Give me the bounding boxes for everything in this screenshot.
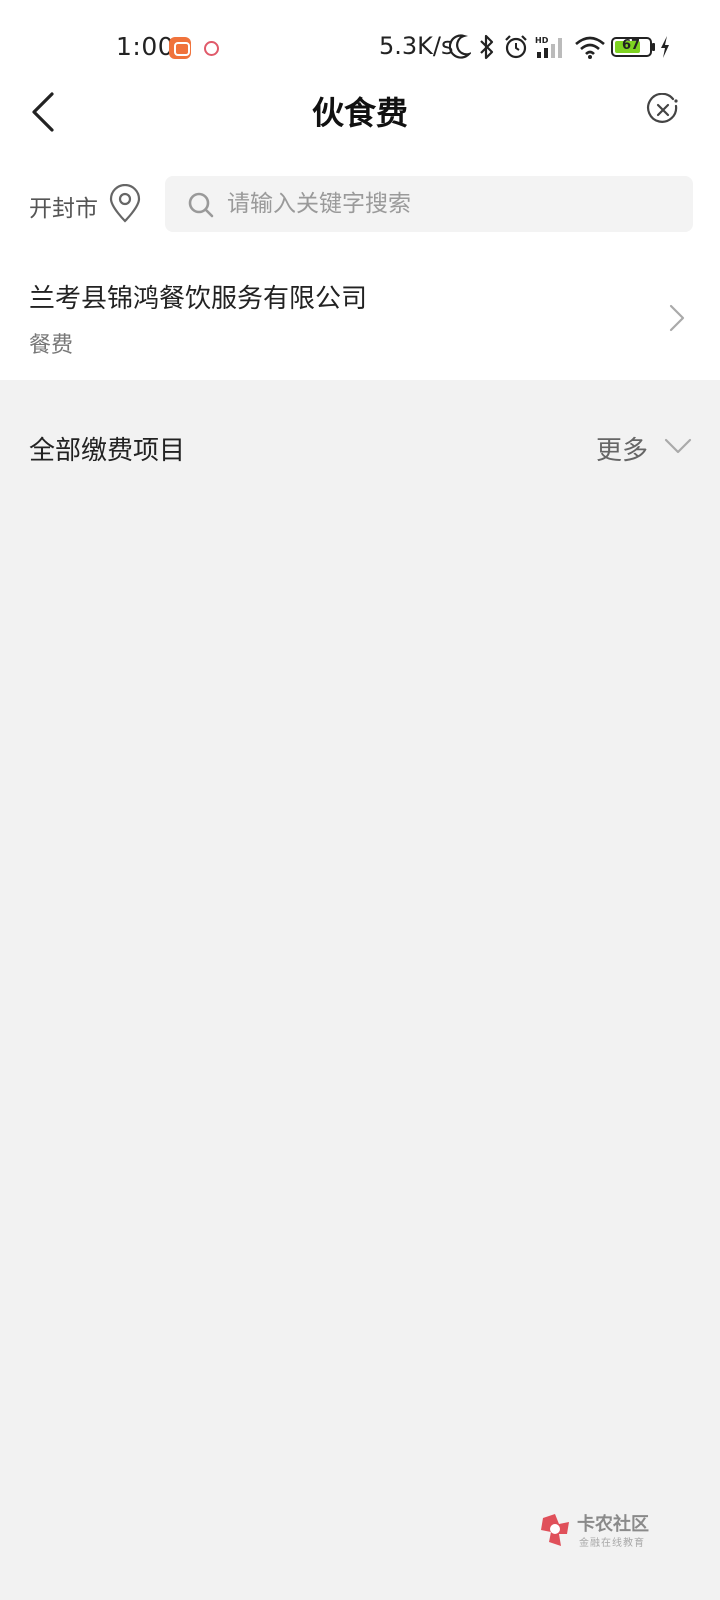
more-button[interactable]: 更多 (590, 428, 710, 468)
location-pin-icon[interactable] (108, 184, 142, 224)
network-speed: 5.3K/s (379, 32, 454, 60)
city-selector[interactable]: 开封市 (29, 189, 98, 223)
status-time: 1:00 (116, 32, 175, 61)
watermark-logo (541, 1514, 569, 1546)
all-payment-items-header: 全部缴费项目 更多 (0, 418, 720, 474)
app-notification-icon (204, 41, 219, 56)
location-search-row: 开封市 (0, 176, 720, 232)
moon-icon (449, 34, 471, 59)
watermark: 卡农社区 金融在线教育 (539, 1510, 669, 1550)
alarm-icon (505, 35, 527, 59)
search-input[interactable] (227, 176, 667, 232)
app-notification-icon (169, 37, 191, 59)
merchant-category: 餐费 (29, 333, 74, 358)
chevron-right-icon (669, 304, 685, 332)
section-title: 全部缴费项目 (29, 436, 186, 466)
battery-level: 67 (622, 38, 641, 53)
watermark-title: 卡农社区 (577, 1514, 649, 1535)
signal-icon: HD (535, 36, 562, 58)
chevron-down-icon (664, 438, 692, 454)
more-label: 更多 (596, 436, 649, 466)
charging-icon (661, 36, 669, 58)
merchant-name: 兰考县锦鸿餐饮服务有限公司 (29, 284, 368, 314)
wifi-icon (575, 36, 605, 59)
search-box[interactable] (165, 176, 693, 232)
bluetooth-icon (480, 34, 494, 60)
page-title: 伙食费 (311, 94, 408, 132)
close-icon[interactable] (646, 93, 680, 127)
search-icon (188, 192, 214, 218)
watermark-subtitle: 金融在线教育 (579, 1538, 645, 1549)
header: 伙食费 (0, 76, 720, 148)
merchant-list-item[interactable]: 兰考县锦鸿餐饮服务有限公司 餐费 (0, 266, 720, 366)
svg-text:HD: HD (535, 36, 549, 45)
